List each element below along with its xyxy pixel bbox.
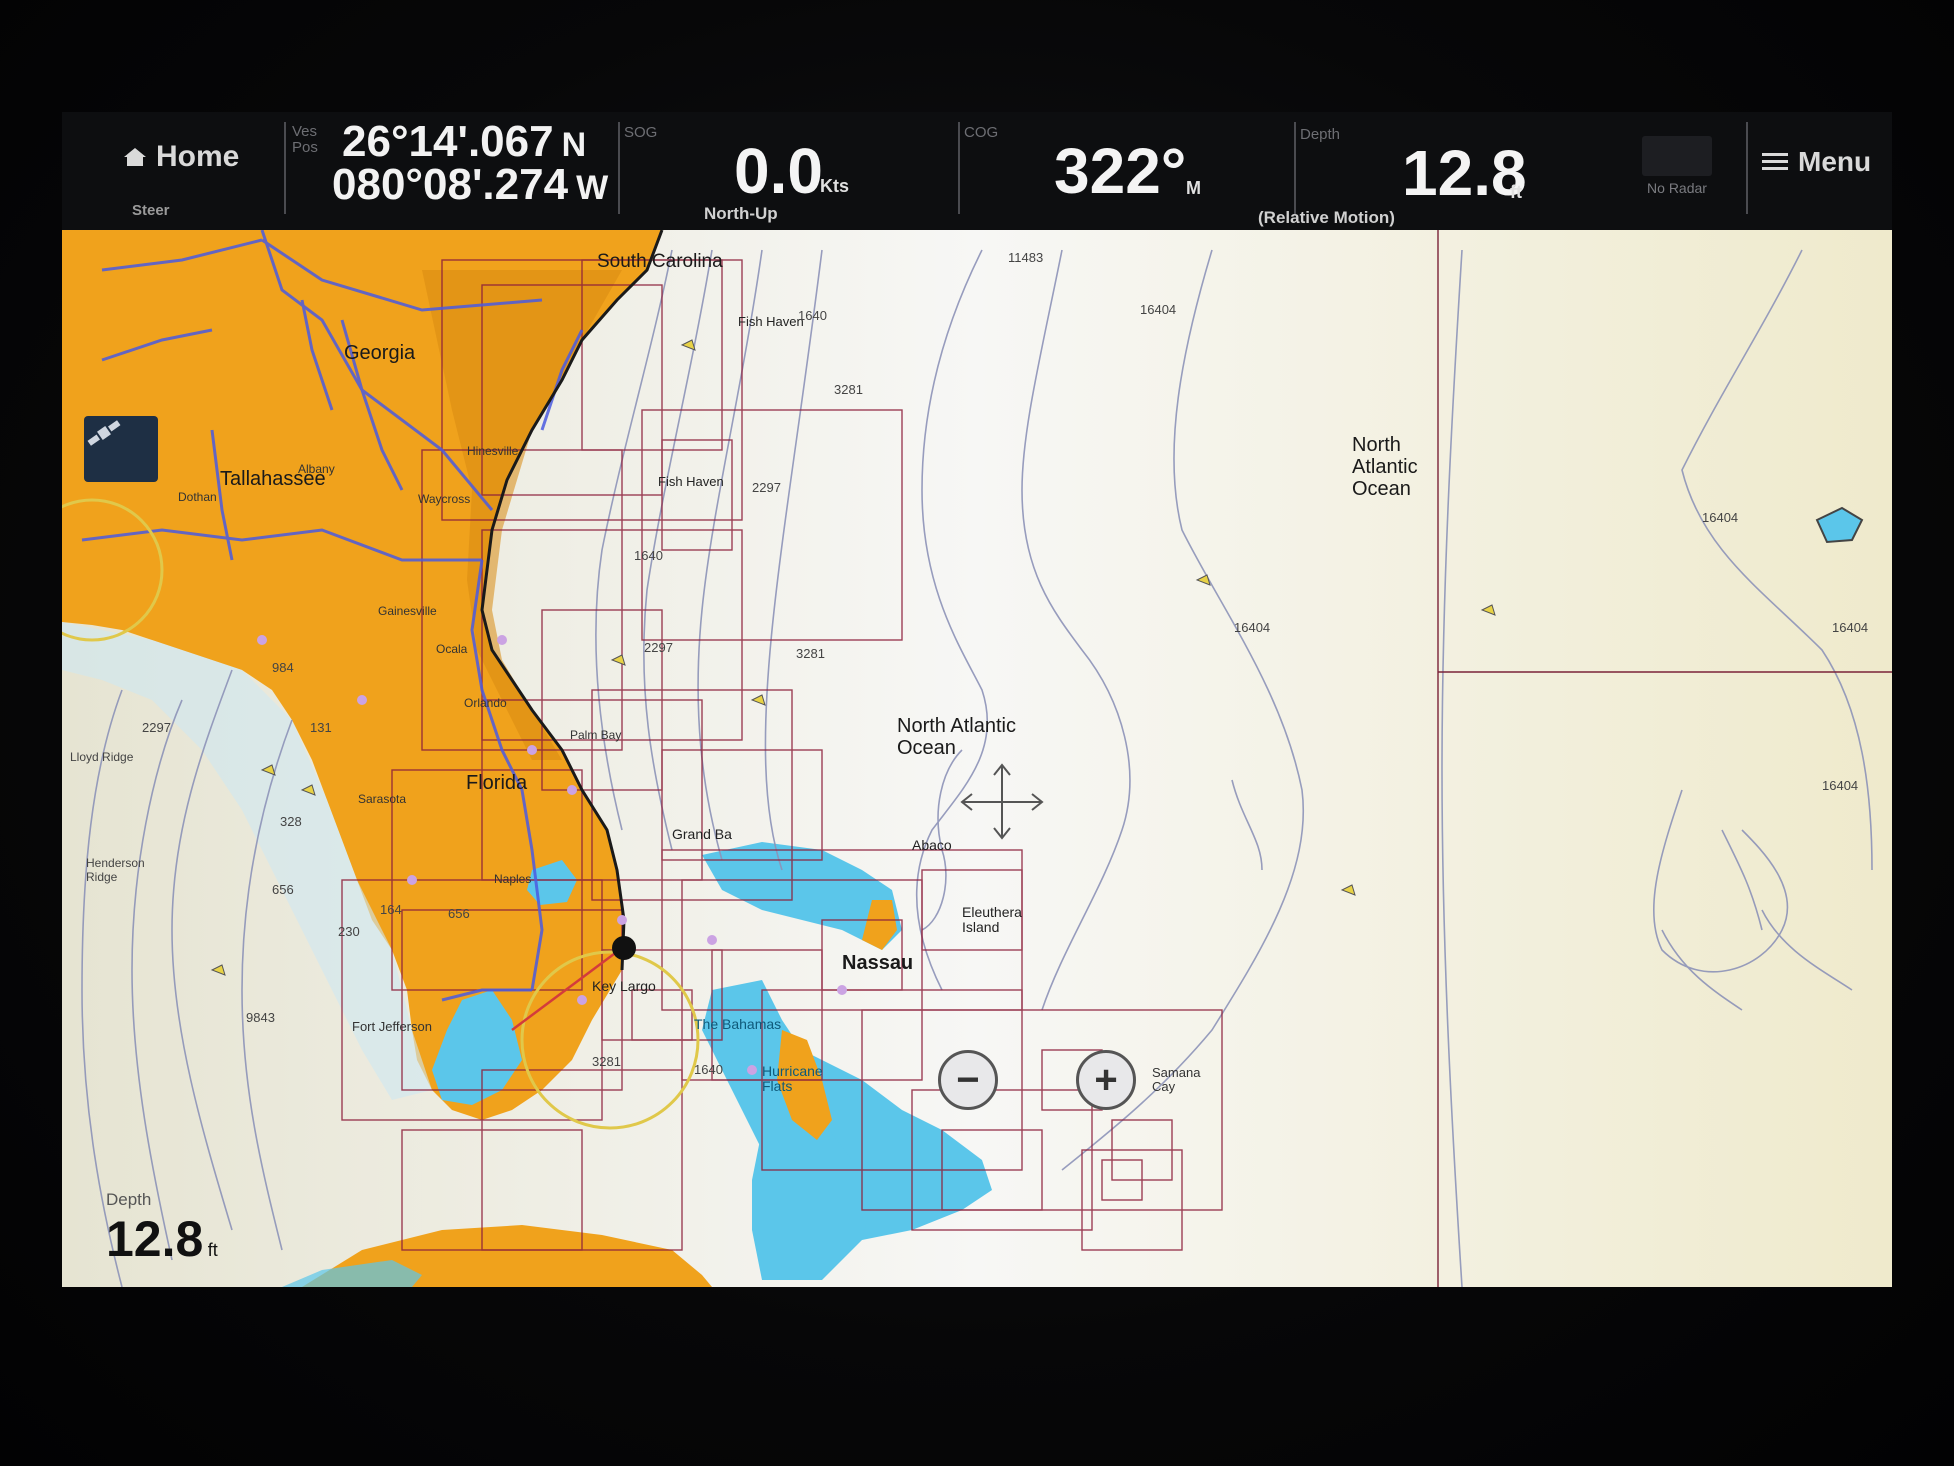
sounding: 3281 bbox=[834, 382, 863, 397]
sounding: 164 bbox=[380, 902, 402, 917]
zoom-out-button[interactable]: − bbox=[938, 1050, 998, 1110]
cog-value[interactable]: 322° bbox=[1054, 134, 1186, 208]
radar-status-label: No Radar bbox=[1647, 180, 1707, 196]
sounding: 3281 bbox=[796, 646, 825, 661]
vessel-position[interactable]: 26°14'.067 N 080°08'.274 W bbox=[332, 120, 609, 208]
depth-label: Depth bbox=[1300, 126, 1341, 143]
sounding: 984 bbox=[272, 660, 294, 675]
divider bbox=[1746, 122, 1748, 214]
sounding: 328 bbox=[280, 814, 302, 829]
menu-icon bbox=[1762, 153, 1788, 170]
label-albany: Albany bbox=[298, 462, 335, 476]
longitude-value: 080°08'.274 bbox=[332, 160, 569, 209]
sog-value[interactable]: 0.0 bbox=[734, 134, 823, 208]
sounding: 2297 bbox=[752, 480, 781, 495]
label-naples: Naples bbox=[494, 872, 532, 886]
label-key-largo: Key Largo bbox=[592, 978, 656, 994]
sounding: 16404 bbox=[1702, 510, 1739, 525]
sounding: 656 bbox=[272, 882, 294, 897]
divider bbox=[618, 122, 620, 214]
sounding: 1640 bbox=[634, 548, 663, 563]
label-abaco: Abaco bbox=[912, 837, 952, 853]
home-icon bbox=[124, 148, 146, 166]
divider bbox=[1294, 122, 1296, 214]
label-palm-bay: Palm Bay bbox=[570, 728, 622, 742]
menu-label: Menu bbox=[1798, 146, 1872, 177]
cog-unit: M bbox=[1186, 178, 1201, 198]
label-henderson-ridge: Henderson Ridge bbox=[86, 856, 145, 884]
chart-map[interactable]: South Carolina Georgia Tallahassee Flori… bbox=[62, 230, 1892, 1287]
chartplotter-screen: Home Steer Ves Pos 26°14'.067 N 080°08'.2… bbox=[62, 112, 1892, 1287]
orientation-mode[interactable]: North-Up bbox=[704, 204, 778, 224]
motion-mode[interactable]: (Relative Motion) bbox=[1258, 208, 1395, 228]
latitude-value: 26°14'.067 bbox=[342, 117, 554, 166]
sounding: 2297 bbox=[142, 720, 171, 735]
steer-label: Steer bbox=[132, 202, 170, 219]
latitude-hemisphere: N bbox=[561, 126, 587, 164]
label-ocala: Ocala bbox=[436, 642, 468, 656]
depth-unit: ft bbox=[1510, 182, 1522, 202]
depth-overlay-label: Depth bbox=[106, 1190, 152, 1209]
sounding: 1640 bbox=[798, 308, 827, 323]
sog-label: SOG bbox=[624, 124, 658, 141]
divider bbox=[284, 122, 286, 214]
sounding: 3281 bbox=[592, 1054, 621, 1069]
label-gainesville: Gainesville bbox=[378, 604, 437, 618]
label-hinesville: Hinesville bbox=[467, 444, 519, 458]
divider bbox=[958, 122, 960, 214]
sounding: 11483 bbox=[1008, 250, 1044, 265]
label-fish-haven-2: Fish Haven bbox=[658, 474, 724, 489]
radar-status[interactable]: No Radar bbox=[1622, 132, 1732, 212]
label-dothan: Dothan bbox=[178, 490, 217, 504]
depth-overlay-unit: ft bbox=[207, 1240, 218, 1260]
label-north-atlantic-ocean: North Atlantic Ocean bbox=[1352, 434, 1418, 500]
home-label: Home bbox=[156, 140, 240, 173]
label-georgia: Georgia bbox=[344, 342, 416, 364]
sounding: 656 bbox=[448, 906, 470, 921]
label-north-atlantic-ocean-center: North Atlantic Ocean bbox=[897, 715, 1016, 759]
sounding: 2297 bbox=[644, 640, 673, 655]
label-fish-haven-1: Fish Haven bbox=[738, 314, 804, 329]
zoom-in-button[interactable]: + bbox=[1076, 1050, 1136, 1110]
label-orlando: Orlando bbox=[464, 696, 507, 710]
sounding: 131 bbox=[310, 720, 332, 735]
menu-button[interactable]: Menu bbox=[1762, 146, 1871, 178]
longitude-hemisphere: W bbox=[576, 169, 609, 207]
sounding: 9843 bbox=[246, 1010, 275, 1025]
sounding: 16404 bbox=[1234, 620, 1271, 635]
cog-label: COG bbox=[964, 124, 999, 141]
label-lloyd-ridge: Lloyd Ridge bbox=[70, 750, 134, 764]
zoom-out-icon: − bbox=[956, 1057, 980, 1102]
label-south-carolina: South Carolina bbox=[597, 251, 723, 272]
zoom-in-icon: + bbox=[1094, 1057, 1118, 1102]
label-samana-cay: Samana Cay bbox=[1152, 1065, 1201, 1094]
label-nassau: Nassau bbox=[842, 952, 914, 974]
label-florida: Florida bbox=[466, 772, 528, 794]
radar-icon bbox=[1642, 136, 1712, 176]
depth-value[interactable]: 12.8 bbox=[1402, 136, 1527, 210]
label-grand-bahama: Grand Ba bbox=[672, 826, 732, 842]
sounding: 16404 bbox=[1832, 620, 1869, 635]
depth-overlay[interactable]: Depth 12.8 ft bbox=[106, 1190, 218, 1268]
vessel-marker[interactable] bbox=[612, 936, 636, 960]
sounding: 1640 bbox=[694, 1062, 723, 1077]
sog-unit: Kts bbox=[820, 176, 850, 196]
label-sarasota: Sarasota bbox=[358, 792, 407, 806]
label-fort-jefferson: Fort Jefferson bbox=[352, 1019, 432, 1034]
gps-status-button[interactable] bbox=[84, 416, 158, 482]
satellite-icon bbox=[87, 420, 121, 446]
label-the-bahamas: The Bahamas bbox=[694, 1016, 782, 1032]
sounding: 16404 bbox=[1140, 302, 1177, 317]
position-label: Ves Pos bbox=[292, 123, 318, 156]
label-hurricane-flats: Hurricane Flats bbox=[762, 1063, 823, 1094]
sounding: 16404 bbox=[1822, 778, 1859, 793]
home-button[interactable]: Home bbox=[122, 140, 239, 174]
data-bar: Home Steer Ves Pos 26°14'.067 N 080°08'.2… bbox=[62, 112, 1892, 232]
sounding: 230 bbox=[338, 924, 360, 939]
label-eleuthera: Eleuthera Island bbox=[962, 904, 1022, 935]
label-waycross: Waycross bbox=[418, 492, 471, 506]
depth-overlay-value: 12.8 bbox=[106, 1211, 204, 1267]
